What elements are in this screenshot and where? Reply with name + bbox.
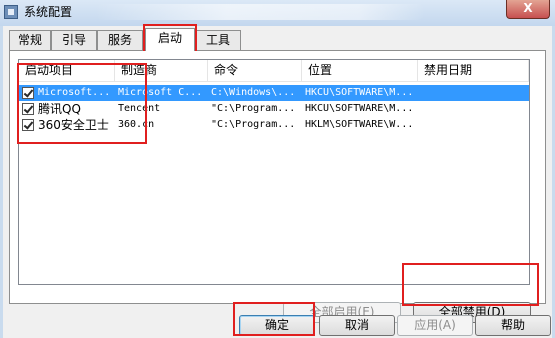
column-manufacturer[interactable]: 制造商 [115,60,208,82]
startup-item-date [421,85,521,101]
startup-list[interactable]: 启动项目 制造商 命令 位置 禁用日期 Microsoft... Microso… [18,59,530,285]
startup-item-maker: 360.cn [118,119,155,130]
startup-item-date [421,117,521,133]
tab-tools[interactable]: 工具 [195,30,241,50]
window-title: 系统配置 [24,5,73,19]
list-header: 启动项目 制造商 命令 位置 禁用日期 [19,60,529,82]
startup-item-maker: Tencent [118,103,161,114]
startup-item-maker: Microsoft C... [118,87,203,98]
startup-item-command: "C:\Program... [211,103,296,114]
help-button[interactable]: 帮助 [475,315,551,336]
dialog-client: 常规 引导 服务 启动 工具 启动项目 制造商 命令 位置 禁用日期 Micro… [3,26,552,338]
startup-panel: 启动项目 制造商 命令 位置 禁用日期 Microsoft... Microso… [9,50,546,323]
cancel-button[interactable]: 取消 [319,315,395,336]
row-checkbox[interactable] [22,103,34,115]
startup-item-name: 腾讯QQ [38,102,81,116]
startup-item-command: C:\Windows\... [211,87,296,98]
column-startup-item[interactable]: 启动项目 [19,60,115,82]
row-checkbox[interactable] [22,119,34,131]
apply-button[interactable]: 应用(A) [397,315,473,336]
tab-general[interactable]: 常规 [9,30,51,50]
startup-item-name: 360安全卫士 [38,118,109,132]
startup-item-location: HKLM\SOFTWARE\W... [305,119,414,130]
column-command[interactable]: 命令 [208,60,302,82]
app-icon [4,5,18,19]
column-disable-date[interactable]: 禁用日期 [418,60,529,82]
column-location[interactable]: 位置 [302,60,418,82]
list-item[interactable]: 360安全卫士 360.cn "C:\Program... HKLM\SOFTW… [19,117,529,133]
startup-item-name: Microsoft... [38,87,111,98]
list-item[interactable]: Microsoft... Microsoft C... C:\Windows\.… [19,85,529,101]
ok-button[interactable]: 确定 [239,315,315,336]
startup-item-date [421,101,521,117]
startup-item-command: "C:\Program... [211,119,296,130]
tab-services[interactable]: 服务 [97,30,143,50]
close-button[interactable]: X [506,0,550,19]
tab-startup[interactable]: 启动 [145,28,195,51]
startup-item-location: HKCU\SOFTWARE\M... [305,87,414,98]
row-checkbox[interactable] [22,87,34,99]
tab-boot[interactable]: 引导 [51,30,97,50]
startup-item-location: HKCU\SOFTWARE\M... [305,103,414,114]
title-blur-overlay [95,4,425,20]
title-bar: 系统配置 X [0,0,555,26]
list-item[interactable]: 腾讯QQ Tencent "C:\Program... HKCU\SOFTWAR… [19,101,529,117]
